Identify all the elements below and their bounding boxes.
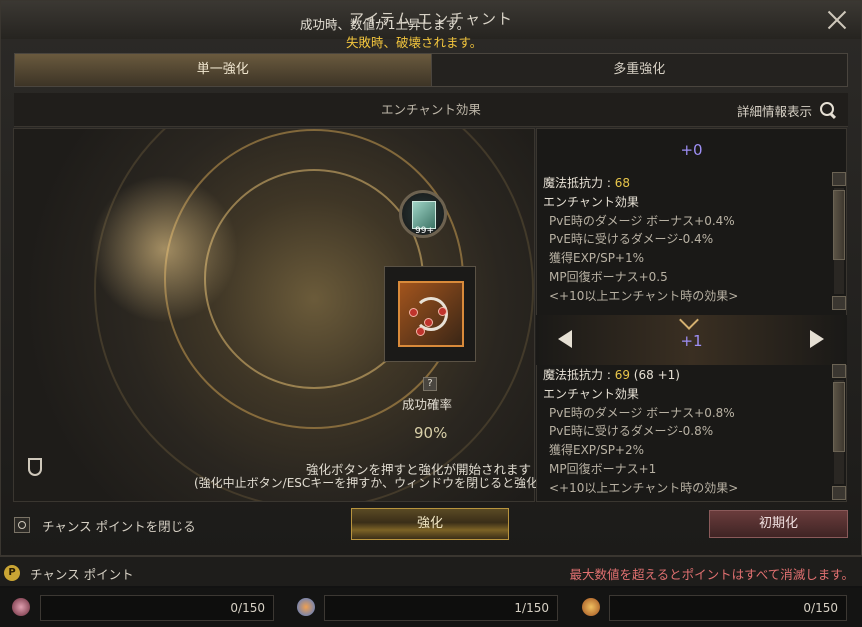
current-effect-1: PvE時のダメージ ボーナス+0.4% <box>549 213 735 228</box>
tab-multi-enchant[interactable]: 多重強化 <box>431 54 847 86</box>
scroll-slot[interactable]: 99+ <box>399 190 447 238</box>
next-effect-title: エンチャント効果 <box>543 386 639 401</box>
next-stat-label: 魔法抵抗力 : <box>543 368 611 382</box>
scroll-count: 99+ <box>415 226 434 236</box>
scroll-up-arrow[interactable] <box>832 364 846 378</box>
scroll-down-arrow[interactable] <box>832 296 846 310</box>
search-icon <box>818 100 838 120</box>
success-rate-label: 成功確率 <box>402 397 453 412</box>
current-effect-title: エンチャント効果 <box>543 194 639 209</box>
next-effect-4: MP回復ボーナス+1 <box>549 461 657 476</box>
counter-2: 1/150 <box>324 595 558 621</box>
next-effect-1: PvE時のダメージ ボーナス+0.8% <box>549 405 735 420</box>
current-level: +0 <box>680 141 703 159</box>
scroll-thumb[interactable] <box>833 382 845 452</box>
current-effect-5: <+10以上エンチャント時の効果> <box>549 288 739 303</box>
current-stat-label: 魔法抵抗力 : <box>543 176 611 190</box>
next-effect-2: PvE時に受けるダメージ-0.8% <box>549 424 714 439</box>
next-effect-3: 獲得EXP/SP+2% <box>549 443 645 458</box>
current-effect-2: PvE時に受けるダメージ-0.4% <box>549 232 714 247</box>
close-chance-checkbox[interactable] <box>14 517 30 533</box>
orb-icon <box>297 598 315 616</box>
next-stat-value: 69 <box>614 368 630 382</box>
current-stats: 魔法抵抗力 : 68 エンチャント効果 PvE時のダメージ ボーナス+0.4% … <box>543 174 829 312</box>
close-chance-label: チャンス ポイントを閉じる <box>42 519 196 534</box>
enchant-scroll-icon <box>412 201 436 229</box>
current-scrollbar[interactable] <box>832 172 846 310</box>
next-effect-5: <+10以上エンチャント時の効果> <box>549 480 739 495</box>
point-warning: 最大数値を超えるとポイントはすべて消滅します。 <box>569 567 854 582</box>
necklace-icon <box>398 281 464 347</box>
close-button[interactable] <box>825 8 849 32</box>
detail-info-button[interactable]: 詳細情報表示 <box>737 98 838 122</box>
enchant-button[interactable]: 強化 <box>351 508 509 540</box>
scroll-up-arrow[interactable] <box>832 172 846 186</box>
next-stat-diff: (68 +1) <box>633 368 680 382</box>
effect-header: エンチャント効果 詳細情報表示 <box>14 93 848 127</box>
chance-point-label: チャンス ポイント <box>30 567 134 582</box>
scroll-thumb[interactable] <box>833 190 845 260</box>
enchant-tabs: 単一強化 多重強化 <box>14 53 848 87</box>
effect-header-title: エンチャント効果 <box>381 102 481 117</box>
reset-button[interactable]: 初期化 <box>709 510 848 538</box>
fail-message: 失敗時、破壊されます。 <box>346 35 483 50</box>
next-scrollbar[interactable] <box>832 364 846 500</box>
counter-3: 0/150 <box>609 595 847 621</box>
success-rate-value: 90% <box>414 424 448 442</box>
light-glow <box>84 169 244 329</box>
current-stat-value: 68 <box>614 176 630 190</box>
next-stats: 魔法抵抗力 : 69 (68 +1) エンチャント効果 PvE時のダメージ ボー… <box>543 366 829 502</box>
instruction-line2: (強化中止ボタン/ESCキーを押すか、ウィンドウを閉じると強化 <box>194 476 539 490</box>
counter-1: 0/150 <box>40 595 274 621</box>
point-icon: P <box>4 565 20 581</box>
gem-icon <box>12 598 30 616</box>
help-icon[interactable]: ? <box>423 377 437 391</box>
success-message: 成功時、数値が1上昇します。 <box>300 17 470 32</box>
potion-icon <box>28 458 42 476</box>
next-level: +1 <box>680 332 703 350</box>
current-effect-4: MP回復ボーナス+0.5 <box>549 269 668 284</box>
next-stat-line: 魔法抵抗力 : 69 (68 +1) <box>543 366 829 385</box>
current-stat-line: 魔法抵抗力 : 68 <box>543 174 829 193</box>
emblem-icon <box>582 598 600 616</box>
target-item-slot[interactable] <box>384 266 476 362</box>
scroll-down-arrow[interactable] <box>832 486 846 500</box>
tab-single-enchant[interactable]: 単一強化 <box>15 54 432 86</box>
detail-info-label: 詳細情報表示 <box>736 103 812 119</box>
current-effect-3: 獲得EXP/SP+1% <box>549 251 645 266</box>
